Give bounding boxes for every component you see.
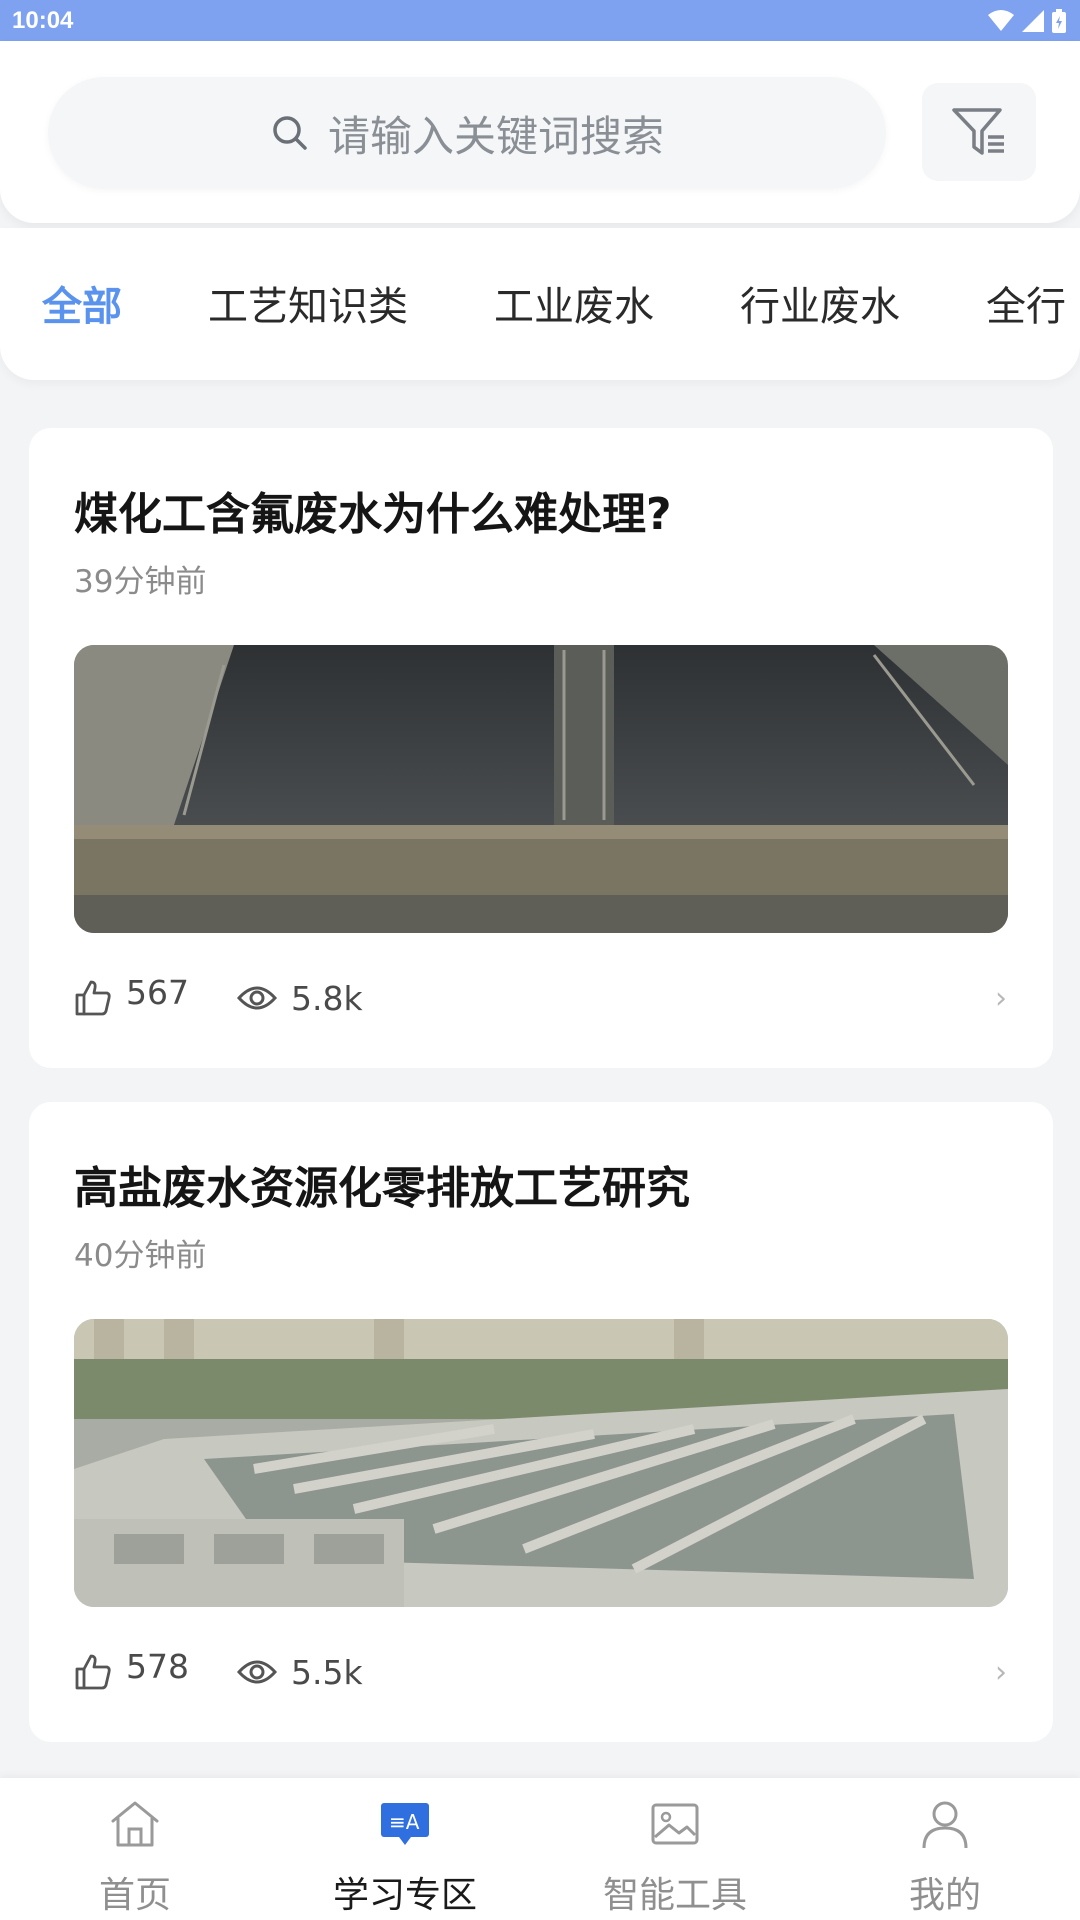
- study-icon: ≡A: [379, 1796, 431, 1852]
- search-icon: [273, 116, 307, 150]
- view-count: 5.8k: [237, 979, 363, 1018]
- svg-text:≡A: ≡A: [389, 1810, 420, 1834]
- like-count-value: 567: [126, 972, 189, 1012]
- article-image: [74, 645, 1008, 933]
- nav-label-mine: 我的: [908, 1875, 981, 1916]
- article-card[interactable]: 高盐废水资源化零排放工艺研究 40分钟前 578 5.5k ›: [29, 1102, 1053, 1742]
- like-count-value: 578: [126, 1646, 189, 1686]
- article-stats: 567 5.8k: [74, 968, 363, 1028]
- article-time: 39分钟前: [74, 564, 207, 600]
- status-time: 10:04: [12, 6, 74, 34]
- thumbs-up-icon: [75, 1654, 111, 1690]
- nav-tools[interactable]: 智能工具: [540, 1778, 810, 1920]
- tab-all[interactable]: 全部: [42, 274, 122, 332]
- home-icon: [109, 1796, 161, 1852]
- article-title: 煤化工含氟废水为什么难处理?: [74, 489, 672, 540]
- nav-home[interactable]: 首页: [0, 1778, 270, 1920]
- tab-sector-wastewater[interactable]: 行业废水: [740, 274, 900, 332]
- like-count[interactable]: 567: [74, 973, 189, 1018]
- nav-study[interactable]: ≡A 学习专区: [270, 1778, 540, 1920]
- tabs-row: 全部 工艺知识类 工业废水 行业废水 全行: [0, 268, 1080, 338]
- chevron-right-icon[interactable]: ›: [995, 1655, 1007, 1690]
- nav-label-study: 学习专区: [332, 1875, 477, 1916]
- tab-whole-industry[interactable]: 全行: [986, 274, 1066, 332]
- tab-industrial-wastewater[interactable]: 工业废水: [494, 274, 654, 332]
- article-card[interactable]: 煤化工含氟废水为什么难处理? 39分钟前 567 5.8k ›: [29, 428, 1053, 1068]
- status-icons: [988, 8, 1066, 33]
- filter-icon: [952, 108, 1004, 155]
- thumbs-up-icon: [75, 980, 111, 1016]
- image-icon: [649, 1796, 701, 1852]
- article-image: [74, 1319, 1008, 1607]
- nav-label-home: 首页: [98, 1875, 171, 1916]
- view-count-value: 5.8k: [291, 978, 363, 1018]
- nav-label-tools: 智能工具: [602, 1875, 747, 1916]
- search-input[interactable]: 请输入关键词搜索: [48, 77, 886, 189]
- nav-mine[interactable]: 我的: [810, 1778, 1080, 1920]
- like-count[interactable]: 578: [74, 1647, 189, 1692]
- view-count: 5.5k: [237, 1653, 363, 1692]
- user-icon: [919, 1796, 971, 1852]
- filter-button[interactable]: [922, 83, 1036, 181]
- status-bar: 10:04: [0, 0, 1080, 41]
- search-placeholder: 请输入关键词搜索: [327, 111, 664, 161]
- wifi-icon: [988, 9, 1014, 31]
- tab-process-knowledge[interactable]: 工艺知识类: [208, 274, 408, 332]
- view-count-value: 5.5k: [291, 1652, 363, 1692]
- category-tabs: 全部 工艺知识类 工业废水 行业废水 全行: [0, 228, 1080, 380]
- article-time: 40分钟前: [74, 1238, 207, 1274]
- eye-icon: [237, 986, 277, 1010]
- bottom-nav: 首页 ≡A 学习专区 智能工具 我的: [0, 1778, 1080, 1920]
- battery-icon: [1052, 8, 1066, 33]
- article-stats: 578 5.5k: [74, 1642, 363, 1702]
- article-title: 高盐废水资源化零排放工艺研究: [74, 1163, 690, 1214]
- search-header: 请输入关键词搜索: [0, 41, 1080, 223]
- eye-icon: [237, 1660, 277, 1684]
- chevron-right-icon[interactable]: ›: [995, 981, 1007, 1016]
- signal-icon: [1022, 9, 1044, 32]
